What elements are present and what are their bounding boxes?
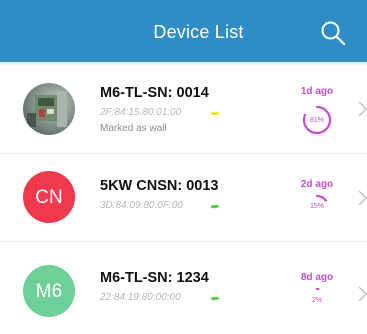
search-icon[interactable] — [319, 19, 347, 47]
chevron-right-icon[interactable] — [358, 101, 367, 117]
page-title: Device List — [153, 22, 244, 42]
progress-percent: 81% — [309, 117, 324, 124]
device-row[interactable]: M6 M6-TL-SN: 1234 22:84:19:80:00:00 8d a… — [0, 242, 367, 330]
signal-leaf-icon — [210, 202, 220, 211]
progress-percent: 2% — [311, 297, 323, 304]
device-name: M6-TL-SN: 1234 — [100, 270, 209, 286]
avatar-initials: CN — [35, 186, 63, 208]
device-note: Marked as wall — [100, 123, 167, 134]
device-mac: 2F:84:15:80:01:00 — [100, 107, 182, 118]
signal-leaf-icon — [210, 294, 220, 303]
device-row[interactable]: M6-TL-SN: 0014 2F:84:15:80:01:00 Marked … — [0, 66, 367, 154]
signal-leaf-icon — [210, 109, 220, 118]
chevron-right-icon[interactable] — [358, 286, 367, 302]
device-photo-image — [27, 91, 67, 127]
device-mac: 22:84:19:80:00:00 — [100, 292, 181, 303]
device-mac: 3D:84:09:80:0F:00 — [100, 200, 183, 211]
device-name: M6-TL-SN: 0014 — [100, 85, 209, 101]
device-row[interactable]: CN 5KW CNSN: 0013 3D:84:09:80:0F:00 2d a… — [0, 154, 367, 242]
chevron-right-icon[interactable] — [358, 190, 367, 206]
progress-percent: 15% — [309, 203, 324, 210]
device-list-screen: Device List M6-TL-SN: 0014 2F:84:15:80:0… — [0, 0, 367, 334]
device-name: 5KW CNSN: 0013 — [100, 178, 219, 194]
device-initials-avatar: M6 — [23, 265, 75, 317]
app-header: Device List — [0, 0, 367, 62]
avatar-initials: M6 — [35, 280, 63, 302]
last-seen-label: 1d ago — [300, 86, 334, 97]
device-initials-avatar: CN — [23, 171, 75, 223]
device-photo-avatar — [23, 83, 75, 135]
